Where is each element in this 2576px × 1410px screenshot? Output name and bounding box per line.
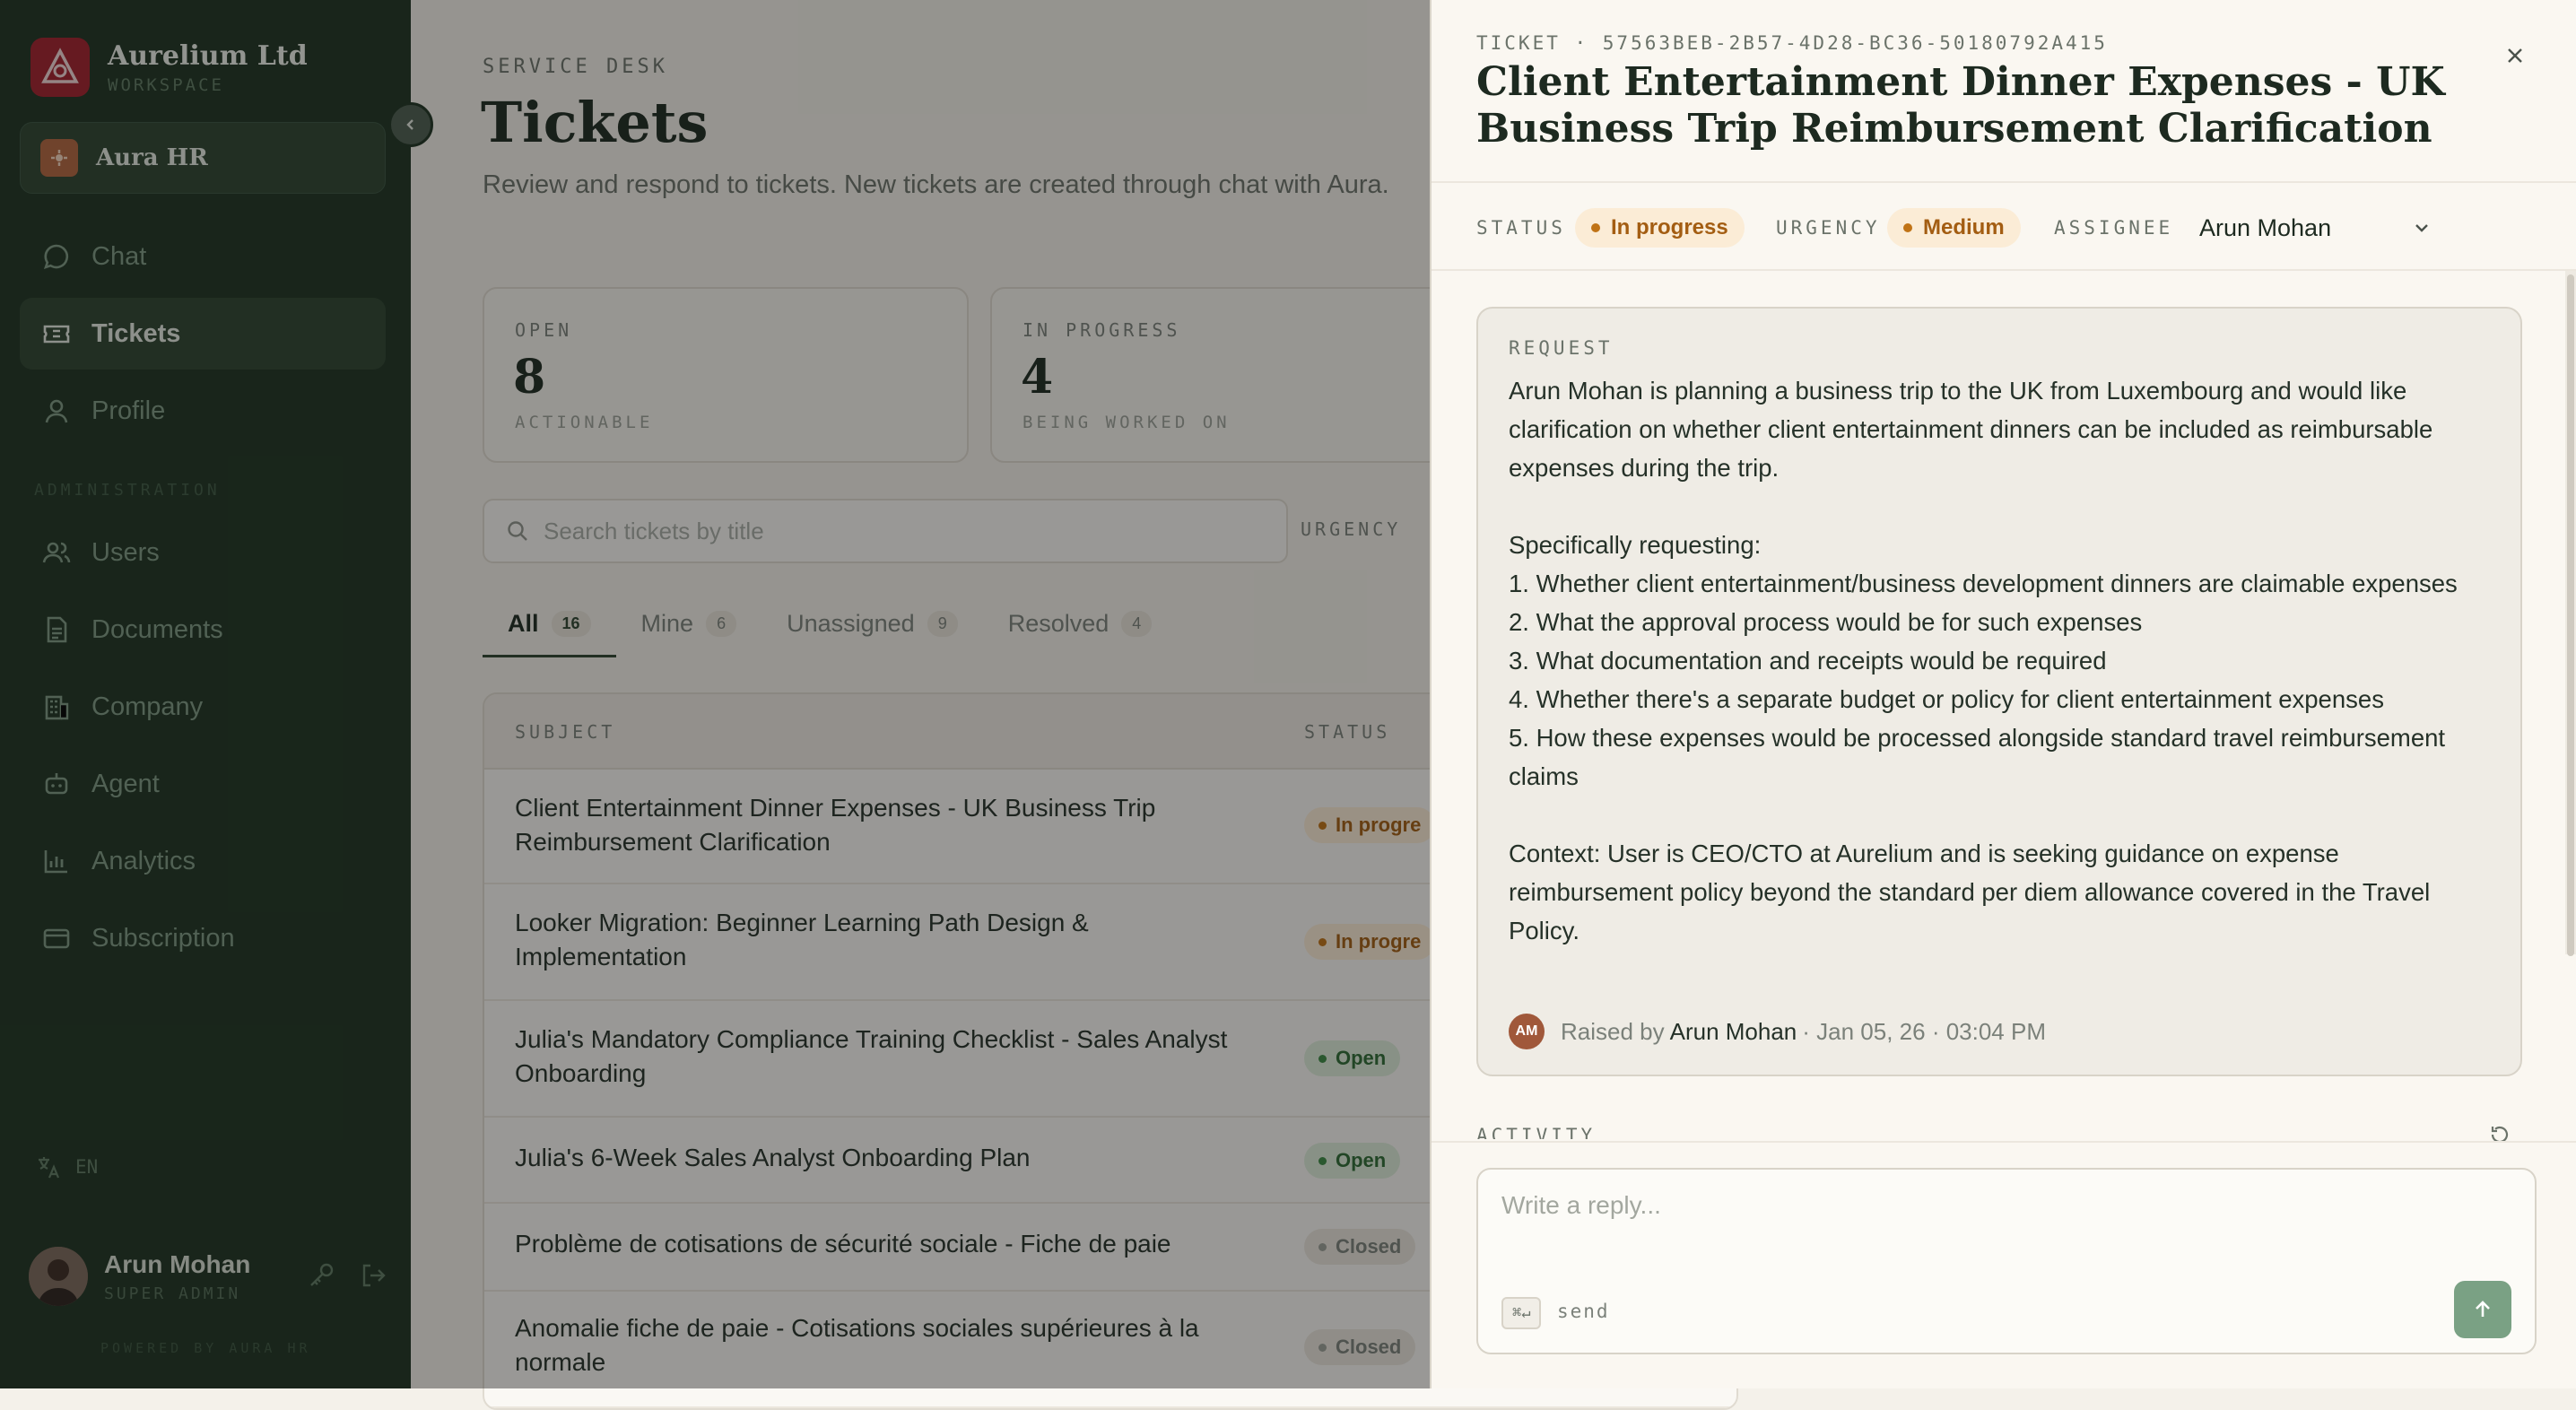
arrow-up-icon (2476, 1301, 2490, 1317)
raised-name: Arun Mohan (1669, 1017, 1797, 1045)
status-value: In progress (1611, 215, 1728, 239)
scrollbar-thumb[interactable] (2567, 274, 2574, 956)
send-hint: send (1557, 1301, 1610, 1322)
request-card: REQUEST Arun Mohan is planning a busines… (1476, 307, 2522, 1076)
urgency-badge[interactable]: Medium (1887, 208, 2021, 248)
modal-backdrop[interactable] (0, 0, 1432, 1388)
reply-input[interactable]: Write a reply... ⌘↵ send (1476, 1168, 2537, 1354)
urgency-label: URGENCY (1776, 217, 1881, 239)
send-button[interactable] (2454, 1281, 2511, 1338)
assignee-label: ASSIGNEE (2054, 217, 2174, 239)
status-badge[interactable]: In progress (1575, 208, 1745, 248)
status-label: STATUS (1476, 217, 1566, 239)
request-label: REQUEST (1509, 337, 1614, 359)
refresh-icon (2491, 1126, 2509, 1141)
urgency-value: Medium (1923, 215, 2005, 239)
reply-placeholder: Write a reply... (1501, 1191, 1661, 1219)
avatar: AM (1509, 1014, 1545, 1049)
ticket-meta-bar: STATUS In progress URGENCY Medium ASSIGN… (1432, 181, 2576, 271)
raised-prefix: Raised by (1561, 1017, 1665, 1045)
ticket-id: TICKET · 57563BEB-2B57-4D28-BC36-5018079… (1476, 32, 2108, 54)
refresh-button[interactable] (2486, 1121, 2513, 1141)
ticket-detail-drawer: TICKET · 57563BEB-2B57-4D28-BC36-5018079… (1430, 0, 2576, 1388)
close-icon (2508, 48, 2522, 63)
reply-area: Write a reply... ⌘↵ send (1432, 1141, 2576, 1388)
keyboard-shortcut-hint: ⌘↵ (1501, 1297, 1542, 1329)
scrollbar[interactable] (2565, 271, 2576, 956)
close-button[interactable] (2499, 39, 2531, 72)
chevron-down-icon (2415, 224, 2428, 232)
raised-meta: · Jan 05, 26 · 03:04 PM (1802, 1017, 2046, 1045)
request-body: Arun Mohan is planning a business trip t… (1509, 377, 2458, 944)
raised-by: AM Raised by Arun Mohan · Jan 05, 26 · 0… (1509, 1014, 2046, 1049)
assignee-select[interactable]: Arun Mohan (2199, 208, 2432, 248)
assignee-value: Arun Mohan (2199, 213, 2332, 241)
ticket-title: Client Entertainment Dinner Expenses - U… (1476, 59, 2445, 152)
activity-label: ACTIVITY (1476, 1125, 1597, 1139)
